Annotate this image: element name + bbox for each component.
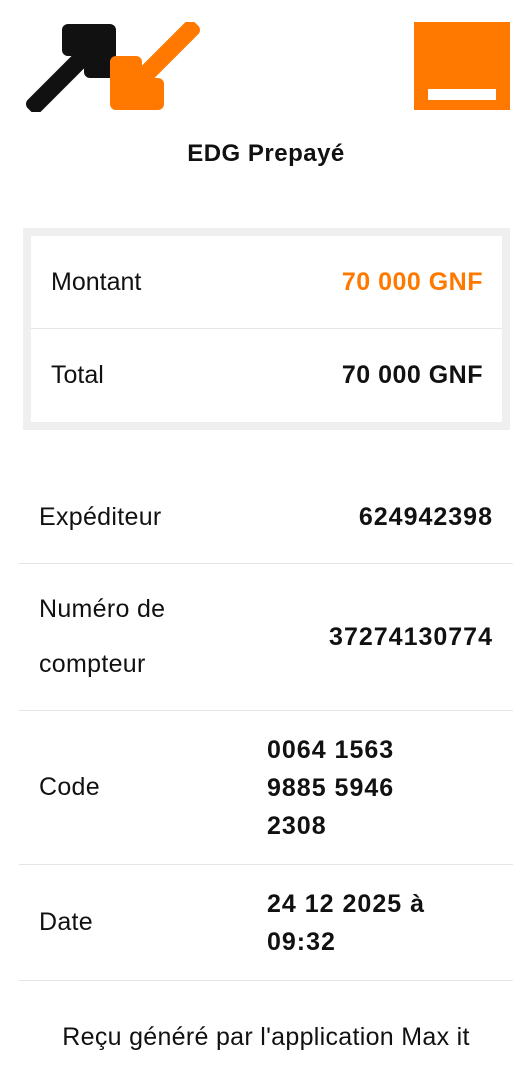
transaction-details: Expéditeur 624942398 Numéro de compteur … <box>19 471 513 981</box>
expediteur-row: Expéditeur 624942398 <box>19 471 513 564</box>
date-label: Date <box>39 908 94 936</box>
compteur-label: Numéro de compteur <box>39 595 166 678</box>
montant-value: 70 000 GNF <box>341 267 483 296</box>
amount-summary-card: Montant 70 000 GNF Total 70 000 GNF <box>23 228 510 430</box>
orange-logo-bar <box>428 89 496 100</box>
date-row: Date 24 12 2025 à 09:32 <box>19 865 513 981</box>
receipt-header <box>0 0 532 120</box>
total-row: Total 70 000 GNF <box>31 328 502 421</box>
expediteur-value: 624942398 <box>358 502 493 531</box>
montant-label: Montant <box>51 267 142 296</box>
code-value: 0064 1563 9885 5946 2308 <box>267 735 395 840</box>
amount-summary-inner: Montant 70 000 GNF Total 70 000 GNF <box>31 236 502 422</box>
code-row: Code 0064 1563 9885 5946 2308 <box>19 711 513 865</box>
expediteur-label: Expéditeur <box>39 502 162 531</box>
orange-square-logo-icon <box>414 22 510 110</box>
page-title: EDG Prepayé <box>187 140 345 167</box>
total-label: Total <box>51 360 104 389</box>
date-value: 24 12 2025 à 09:32 <box>267 889 425 956</box>
compteur-value: 37274130774 <box>329 622 493 651</box>
receipt-footer: Reçu généré par l'application Max it <box>62 1023 470 1051</box>
montant-row: Montant 70 000 GNF <box>31 236 502 328</box>
max-it-arrows-icon <box>26 22 200 112</box>
code-label: Code <box>39 773 100 801</box>
total-value: 70 000 GNF <box>341 360 483 389</box>
compteur-row: Numéro de compteur 37274130774 <box>19 564 513 711</box>
